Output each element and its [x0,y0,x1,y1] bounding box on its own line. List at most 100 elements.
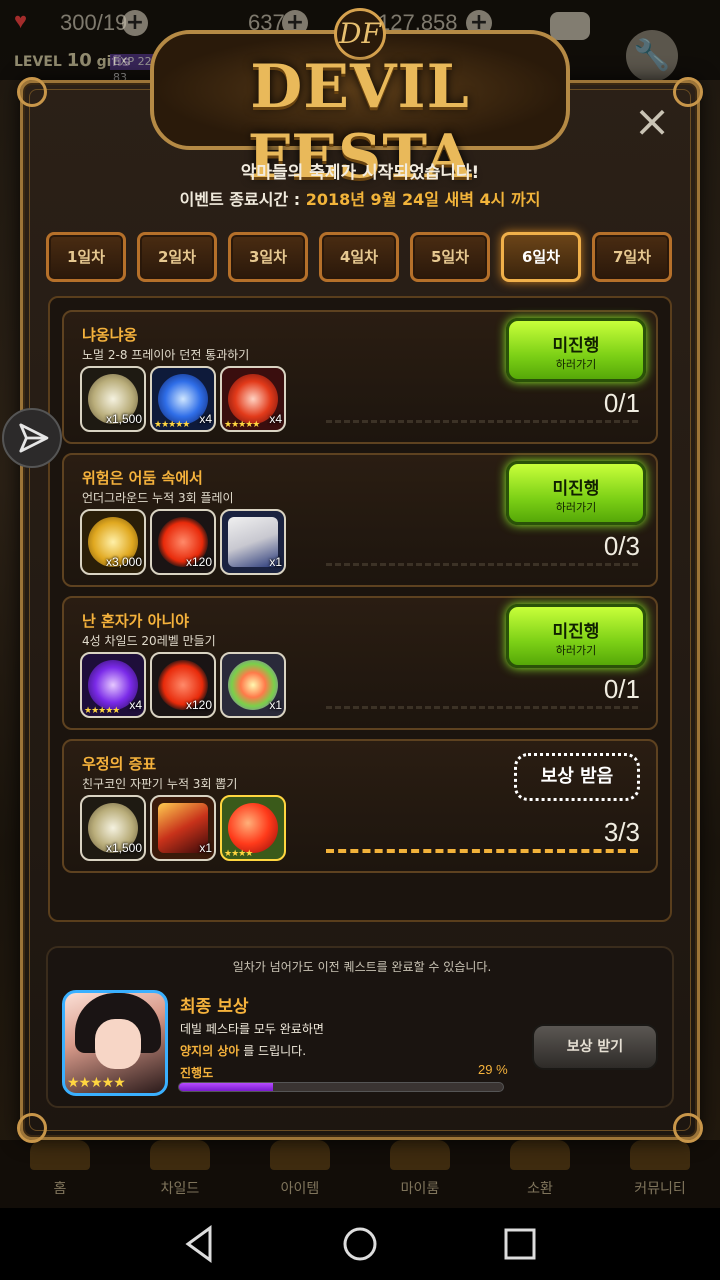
reward-slot[interactable]: x1,500 [80,795,146,861]
go-quest-button[interactable]: 미진행 하러가기 [506,604,646,668]
end-time-value: 2018년 9월 24일 새벽 4시 까지 [305,190,541,209]
final-reward-title: 최종 보상 [180,997,249,1017]
back-icon[interactable] [178,1222,222,1266]
reward-slot[interactable]: x120 [150,509,216,575]
home-nav-icon [30,1140,90,1170]
child-nav-icon [150,1140,210,1170]
reward-slot[interactable]: x1 [220,652,286,718]
quest-progress-bar [326,420,638,425]
reward-slot[interactable]: x120 [150,652,216,718]
reward-count: x120 [185,555,212,569]
reward-count: x1 [269,555,282,569]
final-reward-desc: 데빌 페스타를 모두 완료하면 [180,1022,324,1036]
frame-corner-ornament [673,1113,703,1143]
final-progress-fill [179,1083,273,1091]
quest-description: 언더그라운드 누적 3회 플레이 [82,491,234,505]
claim-final-reward-button[interactable]: 보상 받기 [532,1024,658,1070]
quest-title: 우정의 증표 [82,755,157,773]
reward-slot[interactable]: x4 ★★★★★ [80,652,146,718]
nav-myroom[interactable]: 마이룸 [360,1178,480,1198]
red-slime-icon [228,803,278,853]
add-stamina-button[interactable]: + [122,10,148,36]
chat-icon[interactable] [550,12,590,40]
final-reward-portrait[interactable]: ★★★★★ [62,990,168,1096]
go-quest-button[interactable]: 미진행 하러가기 [506,318,646,382]
final-reward-panel: 일차가 넘어가도 이전 퀘스트를 완료할 수 있습니다. ★★★★★ 최종 보상… [46,946,674,1108]
tab-day-5[interactable]: 5일차 [410,232,490,282]
reward-slot[interactable]: x1 [150,795,216,861]
close-button[interactable]: × [630,100,674,146]
day-tabs: 1일차 2일차 3일차 4일차 5일차 6일차 7일차 [46,232,676,282]
go-button-label: 미진행 [552,336,600,356]
quest-progress-bar [326,563,638,568]
go-button-sublabel: 하러가기 [555,501,597,514]
quest-progress-bar [326,849,638,854]
tab-day-4[interactable]: 4일차 [319,232,399,282]
reward-count: x3,000 [105,555,142,569]
reward-slot[interactable]: x3,000 [80,509,146,575]
community-nav-icon [630,1140,690,1170]
nav-child[interactable]: 차일드 [120,1178,240,1198]
quest-card: 냐옹냐옹 노멀 2-8 프레이아 던전 통과하기 x1,500 x4 ★★★★★… [62,310,658,444]
reward-stars: ★★★★★ [224,420,260,430]
share-icon[interactable] [2,408,62,468]
reward-slot[interactable]: ★★★★ [220,795,286,861]
quest-progress: 0/3 [603,531,640,561]
reward-count: x1,500 [105,412,142,426]
end-time-label: 이벤트 종료시간 : [179,190,301,209]
progress-percent: 29 % [478,1062,508,1077]
event-subtitle: 악마들의 축제가 시작되었습니다! [240,163,480,183]
nav-home[interactable]: 홈 [0,1178,120,1198]
reward-slot[interactable]: x1,500 [80,366,146,432]
home-icon[interactable] [338,1222,382,1266]
item-nav-icon [270,1140,330,1170]
reward-claimed-button[interactable]: 보상 받음 [514,753,640,801]
quest-description: 노멀 2-8 프레이아 던전 통과하기 [82,348,250,362]
quest-progress: 0/1 [603,674,640,704]
reward-count: x1,500 [105,841,142,855]
nav-summon[interactable]: 소환 [480,1178,600,1198]
reward-count: x4 [269,412,282,426]
summon-nav-icon [510,1140,570,1170]
quest-progress-bar [326,706,638,711]
quest-card: 난 혼자가 아니야 4성 차일드 20레벨 만들기 x4 ★★★★★ x120 … [62,596,658,730]
go-button-label: 미진행 [552,479,600,499]
reward-stars: ★★★★★ [84,706,120,716]
reward-stars: ★★★★★ [154,420,190,430]
reward-slot[interactable]: x4 ★★★★★ [150,366,216,432]
reward-stars: ★★★★ [224,849,253,859]
wrench-icon[interactable]: 🔧 [626,30,678,82]
go-button-sublabel: 하러가기 [555,358,597,371]
reward-count: x1 [269,698,282,712]
frame-corner-ornament [17,1113,47,1143]
quest-card: 위험은 어둠 속에서 언더그라운드 누적 3회 플레이 x3,000 x120 … [62,453,658,587]
go-quest-button[interactable]: 미진행 하러가기 [506,461,646,525]
reward-count: x4 [199,412,212,426]
quest-title: 냐옹냐옹 [82,326,138,344]
recents-icon[interactable] [498,1222,542,1266]
stamina-count: 300/19 [60,10,128,35]
frame-corner-ornament [673,77,703,107]
event-end-time: 이벤트 종료시간 : 2018년 9월 24일 새벽 4시 까지 [0,186,720,210]
quest-progress: 3/3 [603,817,640,847]
tab-day-6[interactable]: 6일차 [501,232,581,282]
final-note: 일차가 넘어가도 이전 퀘스트를 완료할 수 있습니다. [232,960,492,974]
quest-title: 난 혼자가 아니야 [82,612,190,630]
reward-name: 양지의 상아 [180,1044,240,1058]
reward-slot[interactable]: x4 ★★★★★ [220,366,286,432]
tab-day-1[interactable]: 1일차 [46,232,126,282]
go-button-sublabel: 하러가기 [555,644,597,657]
quest-description: 4성 차일드 20레벨 만들기 [82,634,216,648]
reward-count: x1 [199,841,212,855]
quest-card: 우정의 증표 친구코인 자판기 누적 3회 뽑기 x1,500 x1 ★★★★ … [62,739,658,873]
tab-day-2[interactable]: 2일차 [137,232,217,282]
reward-slot[interactable]: x1 [220,509,286,575]
tab-day-7[interactable]: 7일차 [592,232,672,282]
reward-count: x120 [185,698,212,712]
heart-icon: ♥ [14,8,28,33]
tab-day-3[interactable]: 3일차 [228,232,308,282]
nav-community[interactable]: 커뮤니티 [600,1178,720,1198]
final-progress-bar [178,1082,504,1092]
reward-count: x4 [129,698,142,712]
nav-item[interactable]: 아이템 [240,1178,360,1198]
